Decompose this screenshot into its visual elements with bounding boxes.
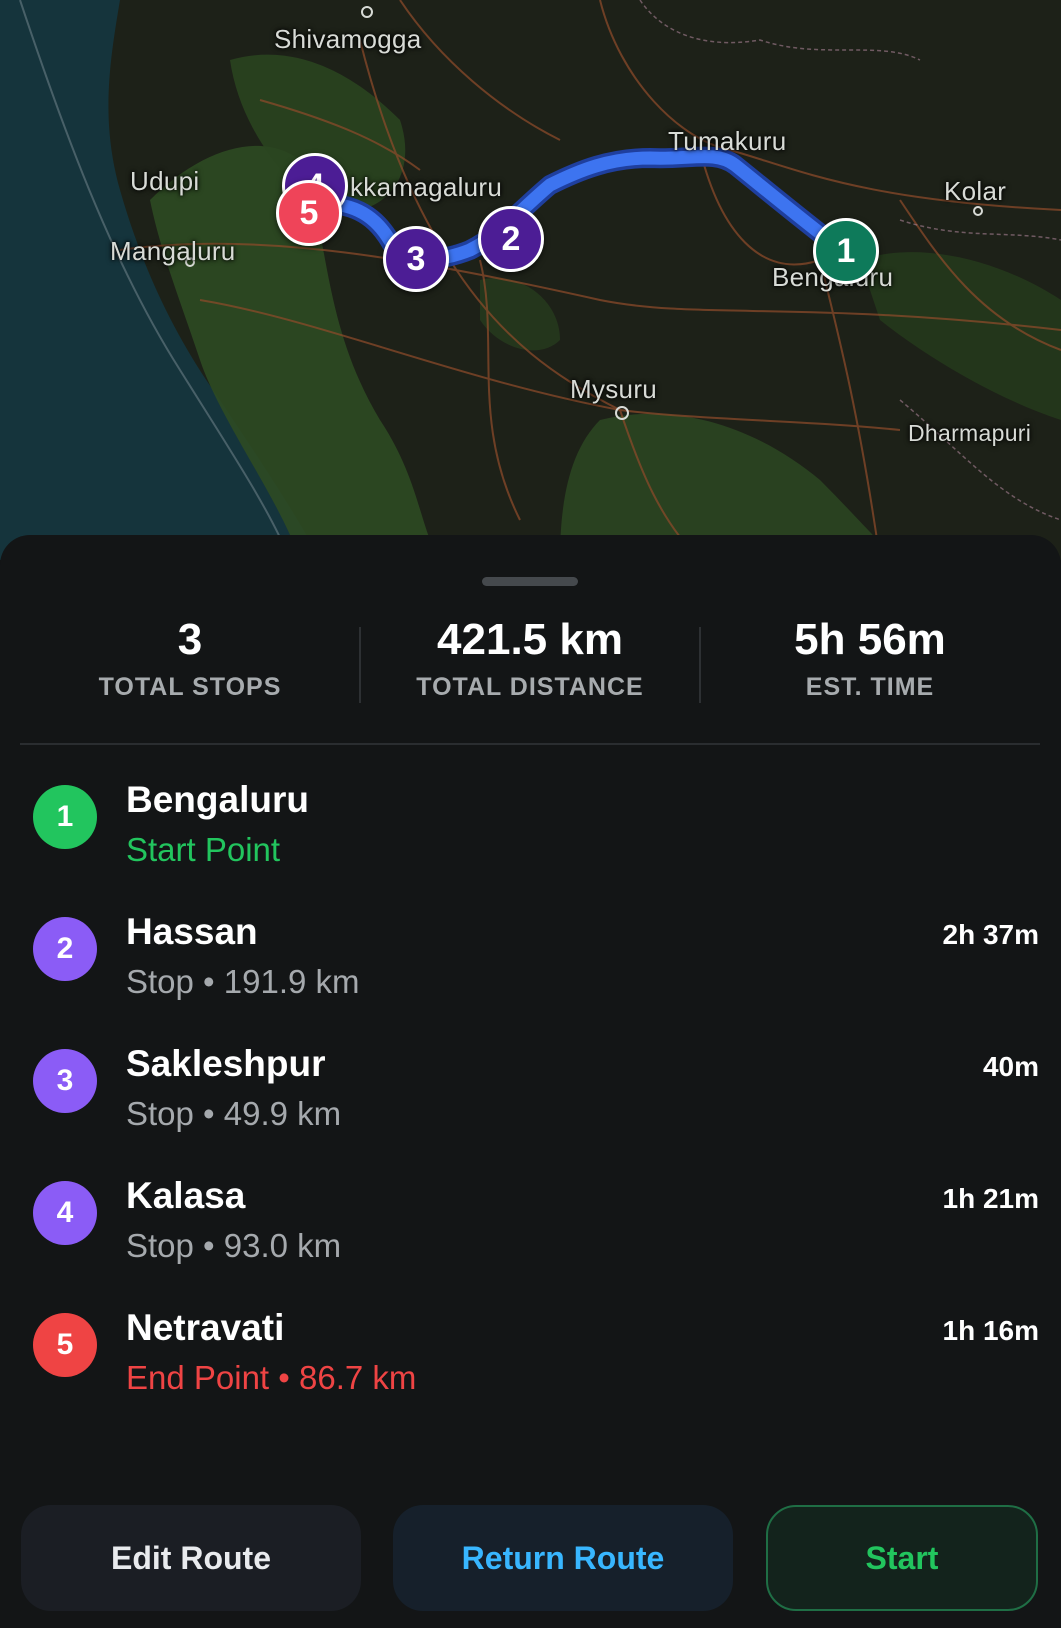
stop-number-badge: 1	[33, 785, 97, 849]
stop-item[interactable]: 3 Sakleshpur Stop • 49.9 km 40m	[0, 1039, 1061, 1149]
stop-name: Bengaluru	[126, 779, 309, 820]
map-label-chikkamagaluru: kkamagaluru	[350, 172, 503, 202]
map-marker-1[interactable]: 1	[813, 218, 879, 284]
map-label-udupi: Udupi	[130, 166, 200, 196]
map-marker-3[interactable]: 3	[383, 226, 449, 292]
map-label-kolar: Kolar	[944, 176, 1007, 206]
stop-time: 40m	[982, 1051, 1039, 1082]
stop-subtitle: Stop • 49.9 km	[126, 1095, 342, 1132]
stop-subtitle: Stop • 191.9 km	[126, 963, 360, 1000]
stat-est-time: 5h 56m EST. TIME	[700, 615, 1040, 702]
stat-total-distance: 421.5 km TOTAL DISTANCE	[360, 615, 700, 702]
map-marker-2[interactable]: 2	[478, 206, 544, 272]
stop-name: Netravati	[126, 1307, 285, 1348]
stop-subtitle: Stop • 93.0 km	[126, 1227, 342, 1264]
stop-item[interactable]: 5 Netravati End Point • 86.7 km 1h 16m	[0, 1303, 1061, 1413]
est-time-value: 5h 56m	[794, 615, 946, 664]
map-label-mangaluru: Mangaluru	[110, 236, 236, 266]
route-summary-sheet: 3 TOTAL STOPS 421.5 km TOTAL DISTANCE 5h…	[0, 535, 1061, 1628]
est-time-label: EST. TIME	[805, 673, 935, 701]
stop-subtitle: End Point • 86.7 km	[126, 1359, 417, 1396]
total-stops-value: 3	[177, 615, 203, 664]
map-label-shivamogga: Shivamogga	[274, 24, 422, 54]
map-marker-5[interactable]: 5	[276, 180, 342, 246]
stop-item[interactable]: 1 Bengaluru Start Point	[0, 775, 1061, 885]
stop-item[interactable]: 2 Hassan Stop • 191.9 km 2h 37m	[0, 907, 1061, 1017]
stop-name: Kalasa	[126, 1175, 246, 1216]
start-button[interactable]: Start	[766, 1505, 1038, 1611]
total-stops-label: TOTAL STOPS	[98, 673, 282, 701]
stop-number-badge: 2	[33, 917, 97, 981]
stop-time: 1h 16m	[942, 1315, 1040, 1346]
total-distance-value: 421.5 km	[437, 615, 623, 664]
stop-number-badge: 5	[33, 1313, 97, 1377]
stat-total-stops: 3 TOTAL STOPS	[20, 615, 360, 702]
stop-name: Hassan	[126, 911, 258, 952]
map-label-mysuru: Mysuru	[570, 374, 658, 404]
route-stats: 3 TOTAL STOPS 421.5 km TOTAL DISTANCE 5h…	[20, 615, 1040, 725]
map-label-tumakuru: Tumakuru	[668, 126, 787, 156]
route-map[interactable]: Shivamogga Udupi kkamagaluru Mangaluru T…	[0, 0, 1061, 560]
map-background	[0, 0, 1061, 560]
total-distance-label: TOTAL DISTANCE	[416, 673, 644, 701]
stop-number-badge: 4	[33, 1181, 97, 1245]
return-route-button[interactable]: Return Route	[393, 1505, 733, 1611]
sheet-drag-handle[interactable]	[482, 577, 578, 586]
edit-route-button[interactable]: Edit Route	[21, 1505, 361, 1611]
stop-time: 2h 37m	[942, 919, 1040, 950]
stats-divider	[20, 743, 1040, 745]
stop-name: Sakleshpur	[126, 1043, 326, 1084]
stop-time: 1h 21m	[942, 1183, 1040, 1214]
stop-subtitle: Start Point	[126, 831, 281, 868]
stop-number-badge: 3	[33, 1049, 97, 1113]
stop-item[interactable]: 4 Kalasa Stop • 93.0 km 1h 21m	[0, 1171, 1061, 1281]
map-label-dharmapuri: Dharmapuri	[908, 420, 1032, 446]
